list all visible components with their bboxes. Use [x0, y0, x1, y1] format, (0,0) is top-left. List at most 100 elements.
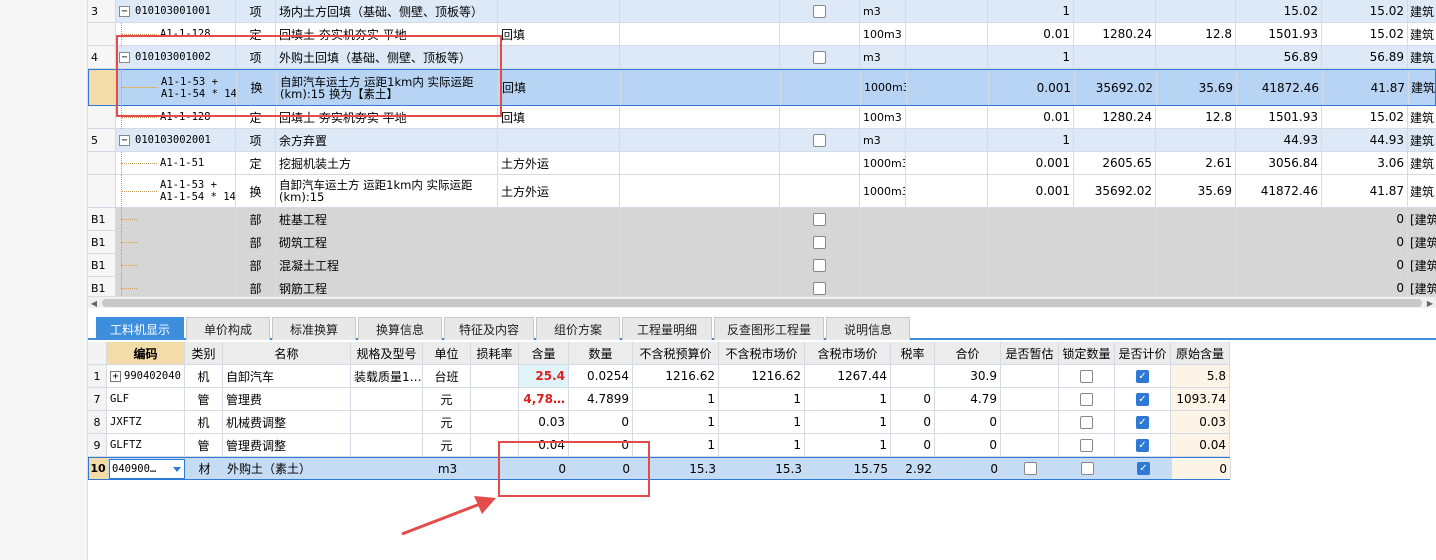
- expand-icon[interactable]: +: [110, 370, 121, 382]
- row-blank2: 0.001: [989, 70, 1075, 105]
- bill-row[interactable]: B1 部砌筑工程 0 [建筑: [88, 231, 1436, 254]
- resource-content[interactable]: 25.4: [519, 365, 569, 387]
- row-market: 建筑: [1410, 27, 1435, 42]
- column-header[interactable]: 单位: [423, 342, 471, 364]
- row-checkbox[interactable]: [813, 4, 826, 18]
- row-blank2: 1: [988, 0, 1074, 22]
- row-name: 自卸汽车运土方 运距1km内 实际运距(km):15: [276, 175, 498, 207]
- bill-row[interactable]: 3−010103001001 项场内土方回填（基础、侧壁、顶板等） m3 1 15.02…: [88, 0, 1436, 23]
- tab-4[interactable]: 换算信息: [358, 317, 442, 340]
- bill-row[interactable]: A1-1-53 + A1-1-54 * 14 换自卸汽车运土方 运距1km内 实际…: [88, 175, 1436, 208]
- column-header[interactable]: 含量: [519, 342, 569, 364]
- tab-2[interactable]: 单价构成: [186, 317, 270, 340]
- tab-6[interactable]: 组价方案: [536, 317, 620, 340]
- row-index: 8: [88, 411, 107, 433]
- row-checkbox[interactable]: [813, 258, 826, 272]
- row-labor: 41872.46: [1236, 175, 1322, 207]
- tab-8[interactable]: 反查图形工程量: [714, 317, 824, 340]
- row-checkbox[interactable]: [813, 281, 826, 295]
- column-header[interactable]: 不含税市场价: [719, 342, 805, 364]
- bill-row[interactable]: B1 部钢筋工程 0 [建筑: [88, 277, 1436, 296]
- row-labor: 56.89: [1236, 46, 1322, 68]
- tree-connector: [121, 288, 137, 289]
- resource-content[interactable]: 0.03: [519, 411, 569, 433]
- column-header[interactable]: 不含税预算价: [633, 342, 719, 364]
- column-header[interactable]: 合价: [935, 342, 1001, 364]
- resource-row[interactable]: 1 +990402040 机自卸汽车 装载质量1… 台班 25.4 0.0254 1216.6…: [88, 365, 1230, 388]
- row-checkbox[interactable]: [813, 133, 826, 147]
- lock-quantity-checkbox[interactable]: [1080, 392, 1093, 406]
- column-header[interactable]: 原始含量: [1171, 342, 1230, 364]
- tab-3[interactable]: 标准换算: [272, 317, 356, 340]
- row-code: −010103001001: [116, 0, 236, 22]
- is-estimate-cell: [1001, 411, 1059, 433]
- scrollbar-thumb[interactable]: [102, 299, 1422, 307]
- resource-row[interactable]: 8 JXFTZ 机机械费调整元 0.03 0 1 1 1 0 0 ✓ 0.03: [88, 411, 1230, 434]
- lock-quantity-checkbox[interactable]: [1081, 462, 1094, 475]
- bill-row[interactable]: B1 部混凝土工程 0 [建筑: [88, 254, 1436, 277]
- row-quantity: [906, 254, 988, 276]
- is-priced-cell: ✓: [1115, 388, 1171, 410]
- is-estimate-cell: [1002, 458, 1060, 479]
- is-priced-checkbox[interactable]: ✓: [1137, 462, 1150, 475]
- column-header[interactable]: 是否暂估: [1001, 342, 1059, 364]
- is-priced-checkbox[interactable]: ✓: [1136, 392, 1149, 406]
- column-header[interactable]: 损耗率: [471, 342, 519, 364]
- scroll-right-icon[interactable]: ▶: [1424, 297, 1436, 309]
- bill-row[interactable]: B1 部桩基工程 0 [建筑: [88, 208, 1436, 231]
- total-price: 0: [935, 434, 1001, 456]
- bill-row[interactable]: 5−010103002001 项余方弃置 m3 1 44.93 44.93 建筑: [88, 129, 1436, 152]
- is-priced-checkbox[interactable]: ✓: [1136, 369, 1149, 383]
- is-priced-checkbox[interactable]: ✓: [1136, 415, 1149, 429]
- collapse-icon[interactable]: −: [119, 5, 130, 17]
- row-name: 场内土方回填（基础、侧壁、顶板等）: [276, 0, 498, 22]
- row-checkbox[interactable]: [813, 235, 826, 249]
- row-checkbox[interactable]: [813, 212, 826, 226]
- chevron-down-icon[interactable]: [173, 467, 181, 472]
- is-priced-checkbox[interactable]: ✓: [1136, 438, 1149, 452]
- scroll-left-icon[interactable]: ◀: [88, 297, 100, 309]
- total-price: 0: [936, 458, 1002, 479]
- row-checkbox[interactable]: [813, 50, 826, 64]
- tab-9[interactable]: 说明信息: [826, 317, 910, 340]
- column-header[interactable]: 是否计价: [1115, 342, 1171, 364]
- row-quantity: [906, 106, 988, 128]
- collapse-icon[interactable]: −: [119, 134, 130, 146]
- column-header[interactable]: 类别: [185, 342, 223, 364]
- bill-row[interactable]: A1-1-51 定挖掘机装土方 土方外运 1000m3 0.001 2605.65 2.61…: [88, 152, 1436, 175]
- column-header[interactable]: 编码: [107, 342, 185, 364]
- row-index: 10: [89, 458, 108, 479]
- code-dropdown[interactable]: 040900…: [109, 459, 185, 479]
- row-budget: 3.06: [1322, 152, 1408, 174]
- tab-7[interactable]: 工程量明细: [622, 317, 712, 340]
- row-unit: 1000m3: [861, 70, 907, 105]
- resource-row[interactable]: 7 GLF 管管理费元 4,78… 4.7899 1 1 1 0 4.79 ✓ 1093.74: [88, 388, 1230, 411]
- resource-row[interactable]: 10 040900… 材外购土（素土） m3 0 0 15.3 15.3 15.75 2.92 0 ✓…: [88, 457, 1231, 480]
- column-header[interactable]: 数量: [569, 342, 633, 364]
- row-market: [建筑: [1410, 258, 1436, 273]
- column-header[interactable]: 含税市场价: [805, 342, 891, 364]
- column-header[interactable]: 锁定数量: [1059, 342, 1115, 364]
- lock-quantity-checkbox[interactable]: [1080, 438, 1093, 452]
- row-index: 3: [88, 0, 116, 22]
- row-quantity: [1074, 0, 1156, 22]
- is-estimate-checkbox[interactable]: [1024, 462, 1037, 475]
- row-kind: 部: [236, 208, 276, 230]
- tab-5[interactable]: 特征及内容: [444, 317, 534, 340]
- row-blank2: [988, 254, 1074, 276]
- column-header[interactable]: 规格及型号: [351, 342, 423, 364]
- column-header[interactable]: 名称: [223, 342, 351, 364]
- row-budget: 15.02: [1322, 106, 1408, 128]
- lock-quantity-checkbox[interactable]: [1080, 369, 1093, 383]
- column-header[interactable]: 税率: [891, 342, 935, 364]
- row-feature: [498, 254, 620, 276]
- row-budget: 0: [1322, 208, 1408, 230]
- tab-1[interactable]: 工料机显示: [96, 317, 184, 340]
- row-feature: [498, 46, 620, 68]
- resource-content[interactable]: 4,78…: [519, 388, 569, 410]
- horizontal-scrollbar[interactable]: ◀ ▶: [88, 296, 1436, 308]
- row-index: B1: [88, 231, 116, 253]
- lock-quantity-checkbox[interactable]: [1080, 415, 1093, 429]
- row-quantity: [906, 277, 988, 296]
- resource-row[interactable]: 9 GLFTZ 管管理费调整元 0.04 0 1 1 1 0 0 ✓ 0.04: [88, 434, 1230, 457]
